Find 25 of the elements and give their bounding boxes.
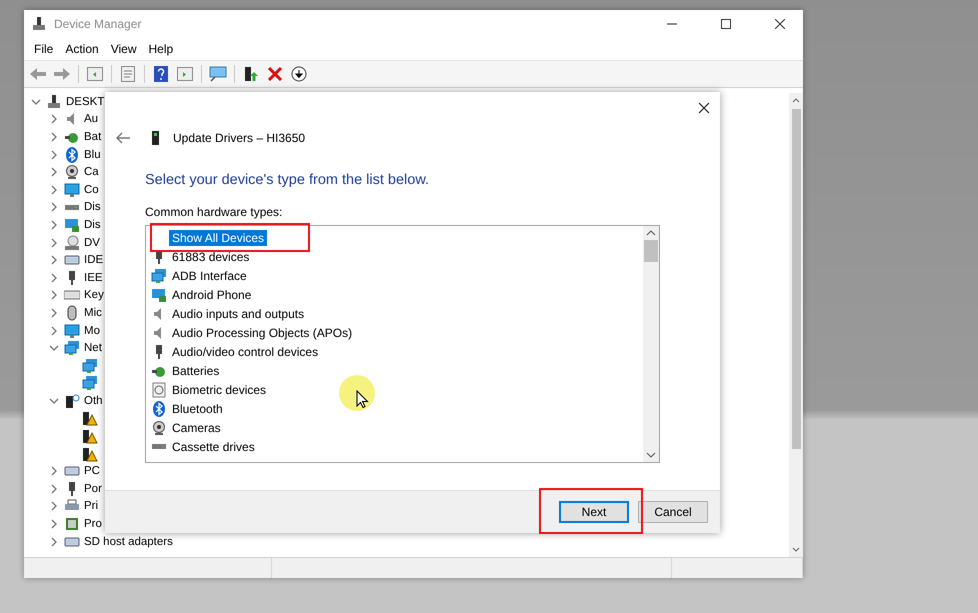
tree-item-label: Por: [84, 482, 102, 497]
tree-item-label: Mo: [84, 324, 100, 339]
list-label: Common hardware types:: [145, 205, 284, 219]
tree-item-label: PC: [84, 464, 100, 480]
tree-item-label: Pri: [84, 499, 98, 514]
tree-item-label: Pro: [84, 517, 102, 532]
tree-item-label: IEE: [84, 270, 103, 286]
tree-item-label: IDE: [84, 253, 104, 268]
tree-item-label: Net: [84, 341, 102, 356]
dialog-title: Update Drivers – HI3650: [173, 131, 306, 145]
dialog-heading: Select your device's type from the list below.: [145, 172, 430, 188]
tree-item-label: DESKT: [66, 94, 104, 110]
tree-item-label: Ca: [84, 165, 99, 180]
tree-item-label: Blu: [84, 148, 101, 163]
tree-item-label: Oth: [84, 394, 103, 409]
tree-item-label: Key: [84, 288, 104, 304]
tree-item-label: DV: [84, 236, 100, 251]
tree-item-label: Au: [84, 112, 98, 128]
tree-item-label: Mic: [84, 306, 102, 321]
tree-item-label: Dis: [84, 218, 101, 233]
tree-item-label: Co: [84, 182, 99, 198]
tree-item-label: SD host adapters: [84, 534, 173, 550]
tree-item-label: Bat: [84, 130, 102, 145]
tree-item-label: Dis: [84, 200, 101, 216]
window-title: Device Manager: [54, 17, 142, 31]
